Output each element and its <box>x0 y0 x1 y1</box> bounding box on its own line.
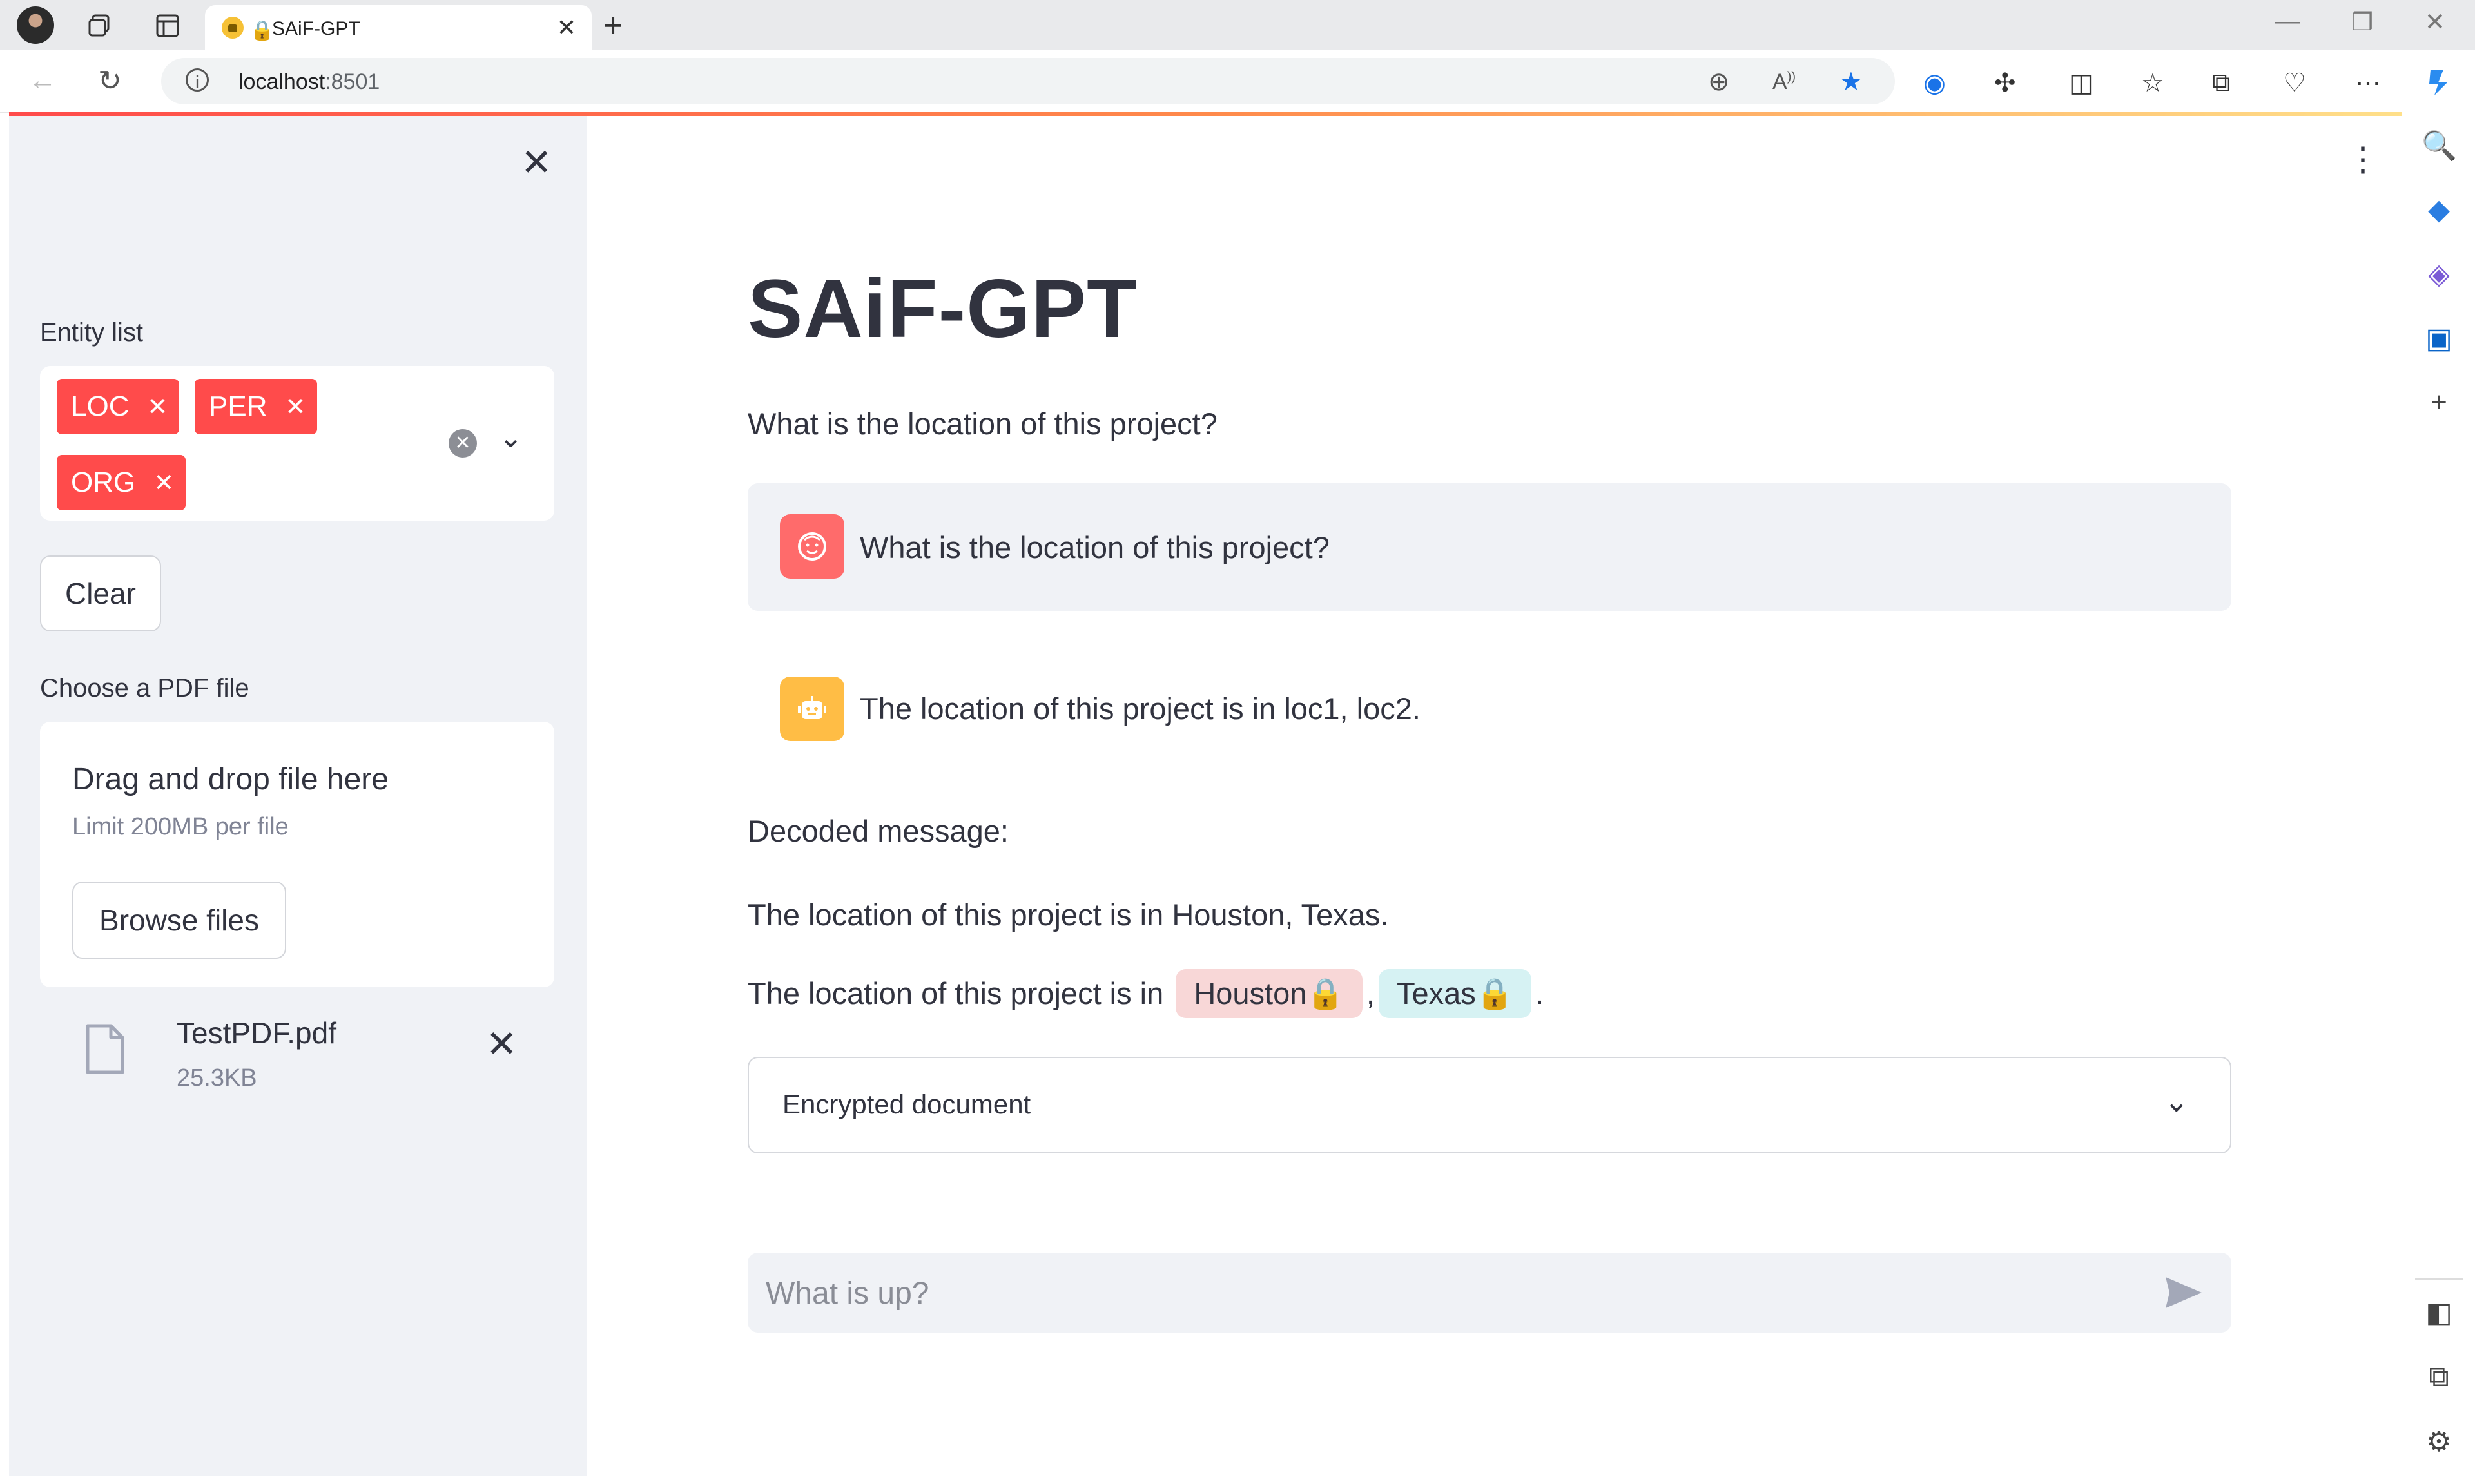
address-toolbar: ← ↻ i localhost:8501 ⊕ A)) ★ ◉ ✣ ◫ ☆ ⧉ ♡… <box>0 50 2475 113</box>
hide-sidebar-icon[interactable]: ◧ <box>2422 1296 2456 1329</box>
refresh-icon[interactable]: ↻ <box>98 64 122 97</box>
read-aloud-icon[interactable]: A)) <box>1772 70 1796 95</box>
new-tab-icon[interactable]: + <box>603 6 623 45</box>
chat-input[interactable]: What is up? <box>748 1253 2231 1333</box>
search-icon[interactable]: 🔍 <box>2422 129 2457 162</box>
password-icon[interactable]: ◉ <box>1923 68 1946 98</box>
open-external-icon[interactable]: ⧉ <box>2422 1361 2456 1393</box>
vertical-tabs-icon[interactable] <box>151 9 184 43</box>
app-favicon-icon <box>222 17 244 39</box>
back-icon[interactable]: ← <box>28 64 57 97</box>
profile-avatar[interactable] <box>17 6 54 44</box>
settings-gear-icon[interactable]: ⚙ <box>2422 1425 2456 1458</box>
user-message-text: What is the location of this project? <box>860 530 1330 564</box>
browser-side-panel: 🔍 ◆ ◈ ▣ + ◧ ⧉ ⚙ <box>2402 50 2475 1484</box>
remove-chip-icon[interactable]: ✕ <box>153 468 174 497</box>
entity-highlight-houston: Houston🔒 <box>1176 969 1363 1018</box>
minimize-icon[interactable]: — <box>2275 8 2300 35</box>
send-icon[interactable] <box>2164 1276 2203 1309</box>
expander-label: Encrypted document <box>782 1089 1031 1119</box>
pdf-upload-label: Choose a PDF file <box>40 674 249 702</box>
extensions-icon[interactable]: ✣ <box>1994 68 2016 98</box>
entity-multiselect[interactable]: LOC ✕ PER ✕ ORG ✕ ✕ ⌄ <box>40 366 554 521</box>
lock-icon: 🔒 <box>1306 976 1344 1010</box>
url-text[interactable]: localhost:8501 <box>238 70 380 95</box>
app-sidebar: ✕ Entity list LOC ✕ PER ✕ ORG ✕ ✕ ⌄ Clear C… <box>9 116 587 1476</box>
entity-chip-loc[interactable]: LOC ✕ <box>57 379 179 434</box>
window-close-icon[interactable]: ✕ <box>2425 8 2445 37</box>
question-text: What is the location of this project? <box>748 407 1218 441</box>
favorite-star-icon[interactable]: ★ <box>1839 67 1863 97</box>
entity-list-label: Entity list <box>40 318 144 347</box>
workspaces-icon[interactable] <box>82 9 116 43</box>
clear-all-icon[interactable]: ✕ <box>449 429 477 458</box>
entity-chip-org[interactable]: ORG ✕ <box>57 455 186 510</box>
decoded-label: Decoded message: <box>748 814 1009 848</box>
more-menu-icon[interactable]: ⋯ <box>2355 68 2381 98</box>
annotated-text: The location of this project is in Houst… <box>748 969 1544 1018</box>
page-title: SAiF-GPT <box>748 263 1138 355</box>
remove-chip-icon[interactable]: ✕ <box>147 392 168 421</box>
address-bar[interactable]: i localhost:8501 ⊕ A)) ★ <box>161 58 1895 104</box>
browse-files-button[interactable]: Browse files <box>72 882 286 959</box>
chat-placeholder: What is up? <box>766 1277 929 1311</box>
lock-icon: 🔒 <box>250 20 275 41</box>
file-dropzone[interactable]: Drag and drop file here Limit 200MB per … <box>40 722 554 987</box>
dropzone-title: Drag and drop file here <box>72 762 389 796</box>
remove-chip-icon[interactable]: ✕ <box>285 392 306 421</box>
entity-chip-per[interactable]: PER ✕ <box>195 379 317 434</box>
uploaded-file-size: 25.3KB <box>177 1065 257 1092</box>
chevron-down-icon[interactable]: ⌄ <box>2164 1084 2189 1119</box>
tab-title: SAiF-GPT <box>272 18 360 39</box>
clear-button[interactable]: Clear <box>40 555 161 631</box>
browser-essentials-icon[interactable]: ♡ <box>2283 68 2306 98</box>
user-avatar-icon <box>780 514 844 579</box>
zoom-icon[interactable]: ⊕ <box>1708 67 1730 97</box>
site-info-icon[interactable]: i <box>186 68 209 92</box>
assistant-message-text: The location of this project is in loc1,… <box>860 691 1421 726</box>
add-sidebar-app-icon[interactable]: + <box>2422 387 2456 419</box>
entity-highlight-texas: Texas🔒 <box>1378 969 1532 1018</box>
user-chat-message: What is the location of this project? <box>748 483 2231 611</box>
restore-icon[interactable]: ❐ <box>2351 8 2373 37</box>
copilot-icon[interactable] <box>2422 64 2456 106</box>
assistant-avatar-icon <box>780 677 844 741</box>
office-icon[interactable]: ◈ <box>2422 258 2456 291</box>
lock-icon: 🔒 <box>1475 976 1514 1010</box>
tab-close-icon[interactable]: ✕ <box>557 14 576 41</box>
main-menu-icon[interactable]: ⋮ <box>2346 143 2380 177</box>
shopping-icon[interactable]: ◆ <box>2422 193 2456 226</box>
favorites-icon[interactable]: ☆ <box>2141 68 2164 98</box>
sidebar-close-icon[interactable]: ✕ <box>521 144 552 182</box>
split-screen-icon[interactable]: ◫ <box>2069 68 2093 98</box>
file-icon <box>86 1024 124 1074</box>
encrypted-document-expander[interactable]: Encrypted document ⌄ <box>748 1057 2231 1153</box>
uploaded-file-name: TestPDF.pdf <box>177 1016 336 1050</box>
remove-file-icon[interactable]: ✕ <box>486 1026 518 1063</box>
collections-icon[interactable]: ⧉ <box>2212 68 2231 97</box>
chevron-down-icon[interactable]: ⌄ <box>499 421 523 454</box>
decoded-text: The location of this project is in Houst… <box>748 898 1389 932</box>
outlook-icon[interactable]: ▣ <box>2422 322 2456 355</box>
divider <box>2415 1278 2463 1280</box>
active-tab[interactable]: 🔒 SAiF-GPT ✕ <box>205 5 592 50</box>
dropzone-limit: Limit 200MB per file <box>72 813 289 840</box>
browser-tab-bar: 🔒 SAiF-GPT ✕ + — ❐ ✕ <box>0 0 2475 50</box>
